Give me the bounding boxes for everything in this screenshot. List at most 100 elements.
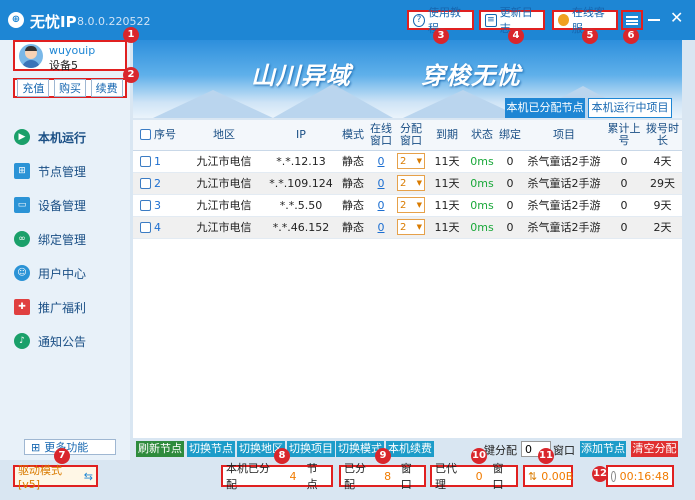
- project-cell: 杀气童话2手游: [523, 172, 605, 195]
- close-button[interactable]: ✕: [670, 10, 686, 26]
- table-row[interactable]: 4 九江市电信 *.*.46.152 静态 0 2 ▼ 11天 0ms 0 杀气童…: [133, 216, 682, 239]
- online-window-link[interactable]: 0: [378, 199, 385, 212]
- dial-cell: 2天: [643, 216, 682, 239]
- col-no[interactable]: 序号: [133, 120, 185, 151]
- menu-icon: [626, 16, 638, 25]
- timer-value: 00:16:48: [619, 469, 669, 483]
- app-logo-icon: ⊕: [8, 12, 24, 28]
- menu-button[interactable]: [621, 10, 643, 30]
- service-icon: [558, 14, 569, 26]
- switch-project-button[interactable]: 切换项目: [287, 441, 335, 457]
- alloc-cell: 2 ▼: [395, 172, 427, 195]
- marker-2: 2: [123, 67, 139, 83]
- alloc-window-select[interactable]: 2 ▼: [397, 197, 425, 213]
- col-total-login: 累计上号: [605, 120, 643, 151]
- alloc-unit: 窗口: [400, 462, 412, 491]
- marker-6: 6: [623, 28, 639, 44]
- bell-icon: ♪: [14, 333, 30, 349]
- alloc-window-select[interactable]: 2 ▼: [397, 219, 425, 235]
- status-cell: 0ms: [467, 194, 497, 217]
- sidebar-item-label: 绑定管理: [38, 232, 87, 247]
- sidebar-item-bind[interactable]: ∞ 绑定管理: [14, 228, 124, 250]
- proxy-value: 0: [475, 469, 483, 483]
- minimize-button[interactable]: [648, 19, 660, 21]
- alloc-window-select[interactable]: 2 ▼: [397, 153, 425, 169]
- status-cell: 0ms: [467, 172, 497, 195]
- changelog-button[interactable]: ≡ 更新日志: [479, 6, 545, 35]
- help-icon: ?: [413, 13, 425, 27]
- online-cell: 0: [367, 194, 395, 217]
- mode-cell: 静态: [339, 194, 367, 217]
- proxied-windows-status: 已代理 0 窗口: [430, 462, 518, 491]
- row-checkbox[interactable]: [140, 222, 151, 233]
- sidebar-item-user-center[interactable]: ☺ 用户中心: [14, 262, 124, 284]
- table-row[interactable]: 3 九江市电信 *.*.5.50 静态 0 2 ▼ 11天 0ms 0 杀气童话2…: [133, 194, 682, 217]
- recharge-button[interactable]: 充值: [17, 79, 50, 97]
- col-region: 地区: [185, 120, 263, 151]
- document-icon: ≡: [485, 13, 497, 27]
- online-window-link[interactable]: 0: [378, 155, 385, 168]
- bind-cell: 0: [497, 194, 523, 217]
- col-status: 状态: [467, 120, 497, 151]
- service-button[interactable]: 在线客服: [552, 6, 618, 35]
- sidebar-item-local-run[interactable]: ▶ 本机运行: [14, 126, 124, 148]
- bind-cell: 0: [497, 216, 523, 239]
- sidebar-item-notice[interactable]: ♪ 通知公告: [14, 330, 124, 352]
- gift-icon: ✚: [14, 299, 30, 315]
- help-button[interactable]: ? 使用教程: [407, 6, 474, 35]
- sidebar-item-promo[interactable]: ✚ 推广福利: [14, 296, 124, 318]
- col-bind: 绑定: [497, 120, 523, 151]
- mode-cell: 静态: [339, 216, 367, 239]
- marker-12: 12: [592, 466, 608, 482]
- alloc-window-select[interactable]: 2 ▼: [397, 175, 425, 191]
- ip-cell: *.*.46.152: [263, 216, 339, 239]
- user-card[interactable]: wuyouip 设备5: [13, 40, 127, 72]
- row-no-cell: 3: [133, 194, 185, 217]
- sidebar-item-devices[interactable]: ▭ 设备管理: [14, 194, 124, 216]
- more-functions-button[interactable]: ⊞ 更多功能: [24, 439, 116, 455]
- clear-allocation-button[interactable]: 清空分配: [631, 441, 678, 457]
- assigned-unit: 节点: [306, 462, 318, 491]
- refresh-nodes-button[interactable]: 刷新节点: [136, 441, 184, 457]
- table-row[interactable]: 2 九江市电信 *.*.109.124 静态 0 2 ▼ 11天 0ms 0 杀气…: [133, 172, 682, 195]
- proxy-label: 已代理: [435, 462, 457, 491]
- row-checkbox[interactable]: [140, 178, 151, 189]
- account-actions: 充值 购买 续费: [13, 78, 127, 98]
- table-row[interactable]: 1 九江市电信 *.*.12.13 静态 0 2 ▼ 11天 0ms 0 杀气童话…: [133, 150, 682, 173]
- driver-mode-label: 驱动模式[v5]: [18, 463, 62, 491]
- renew-local-button[interactable]: 本机续费: [386, 441, 434, 457]
- row-checkbox[interactable]: [140, 200, 151, 211]
- window-label: 窗口: [553, 444, 575, 457]
- assigned-nodes-status: 本机已分配 4 节点: [221, 462, 333, 491]
- buy-button[interactable]: 购买: [53, 79, 86, 97]
- sidebar-item-nodes[interactable]: ⊞ 节点管理: [14, 160, 124, 182]
- sidebar: wuyouip 设备5 充值 购买 续费 ▶ 本机运行 ⊞ 节点管理 ▭ 设备管…: [0, 40, 130, 460]
- traffic-status: ⇅ 0.00B: [523, 465, 573, 487]
- driver-mode-button[interactable]: 驱动模式[v5] ⇆: [13, 464, 98, 491]
- tab-assigned-nodes[interactable]: 本机已分配节点: [505, 98, 585, 118]
- batch-label: 键分配: [484, 444, 517, 457]
- project-cell: 杀气童话2手游: [523, 150, 605, 173]
- dial-cell: 9天: [643, 194, 682, 217]
- sidebar-item-label: 通知公告: [38, 334, 87, 349]
- online-window-link[interactable]: 0: [378, 221, 385, 234]
- chevron-down-icon: ▼: [416, 201, 422, 209]
- row-checkbox[interactable]: [140, 156, 151, 167]
- mode-cell: 静态: [339, 150, 367, 173]
- add-node-button[interactable]: 添加节点: [580, 441, 626, 457]
- region-cell: 九江市电信: [185, 172, 263, 195]
- marker-7: 7: [54, 448, 70, 464]
- switch-node-button[interactable]: 切换节点: [187, 441, 235, 457]
- status-cell: 0ms: [467, 150, 497, 173]
- region-cell: 九江市电信: [185, 150, 263, 173]
- online-window-link[interactable]: 0: [378, 177, 385, 190]
- chevron-down-icon: ▼: [416, 157, 422, 165]
- mode-cell: 静态: [339, 172, 367, 195]
- tab-running-projects[interactable]: 本机运行中项目: [588, 98, 672, 118]
- assigned-label: 本机已分配: [226, 462, 270, 491]
- expire-cell: 11天: [427, 172, 467, 195]
- select-all-checkbox[interactable]: [140, 129, 151, 141]
- expire-cell: 11天: [427, 194, 467, 217]
- sidebar-item-label: 节点管理: [38, 164, 87, 179]
- renew-account-button[interactable]: 续费: [90, 79, 123, 97]
